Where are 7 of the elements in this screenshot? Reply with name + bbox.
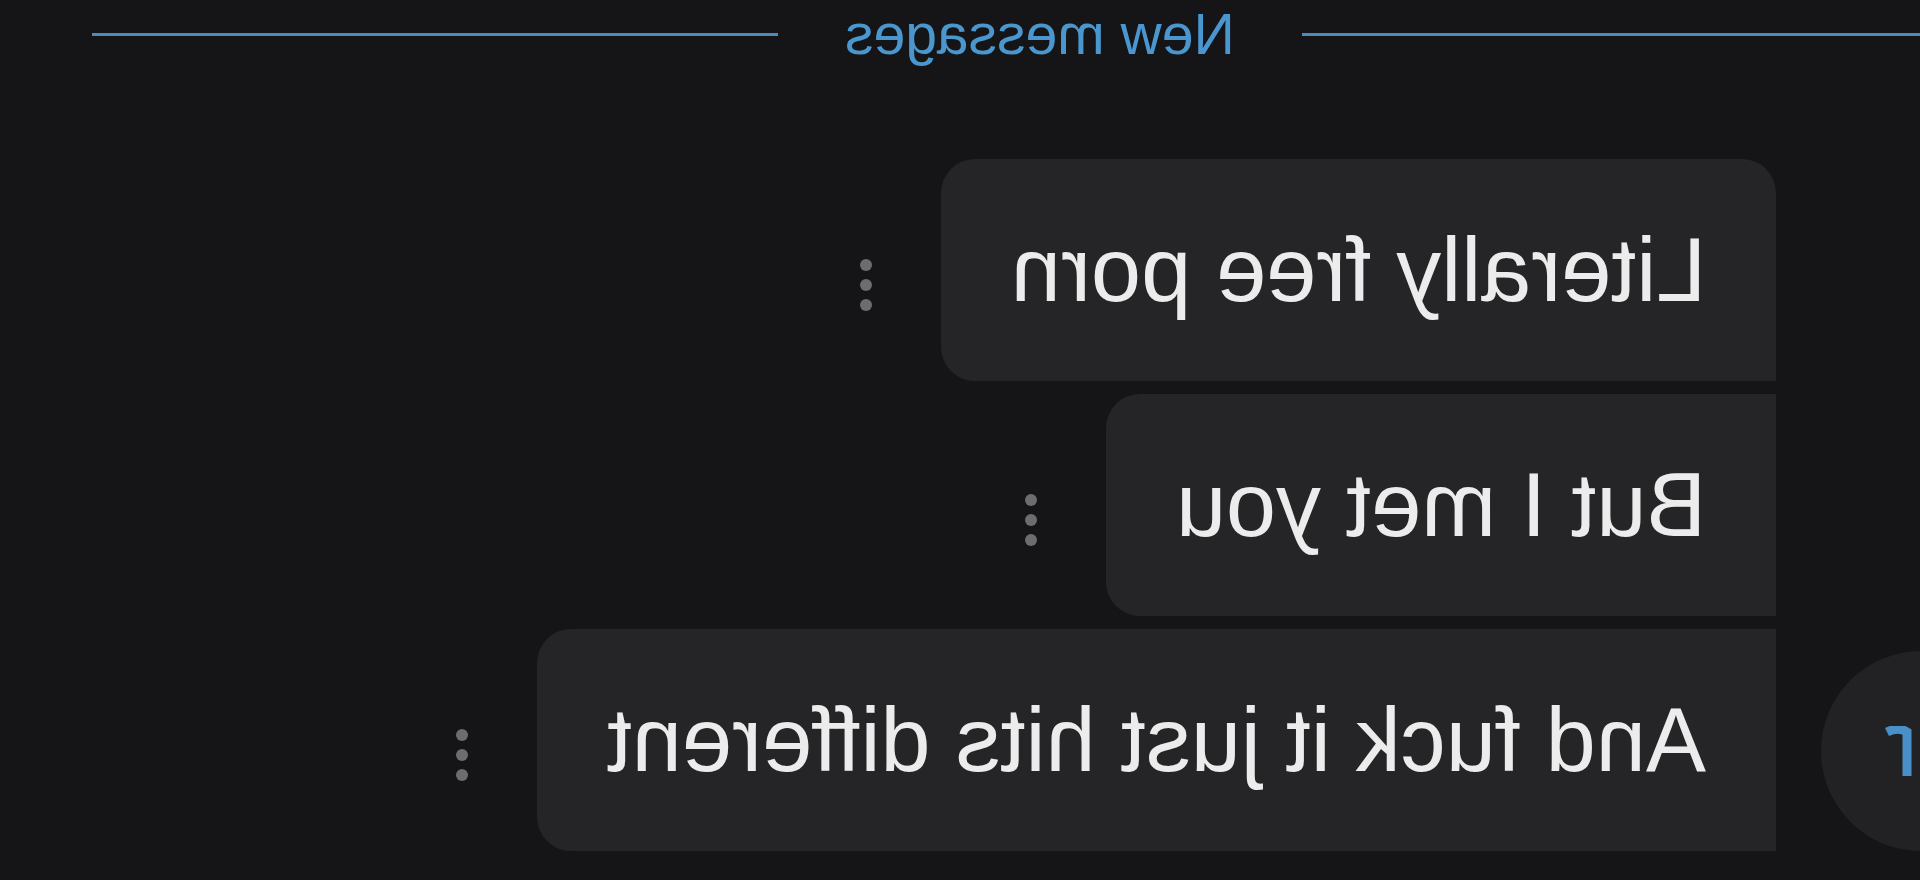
- more-options-icon[interactable]: [456, 729, 469, 781]
- letter-icon: [1885, 726, 1915, 776]
- more-options-icon[interactable]: [1024, 494, 1037, 546]
- message-text: And fuck it just hits different: [607, 690, 1706, 790]
- message-text: But I met you: [1175, 455, 1706, 555]
- message-text: Literally free porn: [1010, 220, 1706, 320]
- more-options-icon[interactable]: [859, 259, 872, 311]
